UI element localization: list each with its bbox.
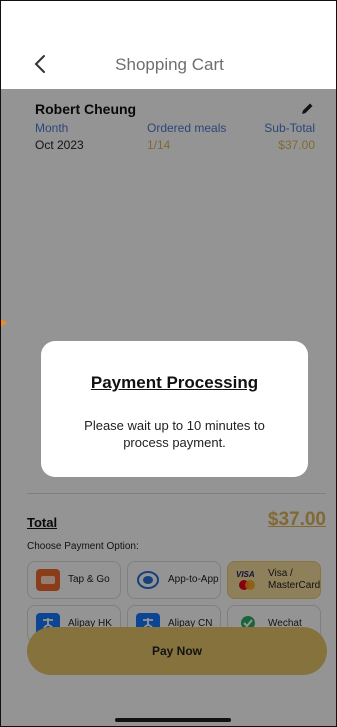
dialog-title: Payment Processing <box>90 373 259 392</box>
arrow-marker-icon <box>1 319 7 327</box>
home-indicator[interactable] <box>115 718 231 722</box>
header: Shopping Cart <box>1 1 336 89</box>
page-title: Shopping Cart <box>115 55 224 74</box>
phone-screen: Shopping Cart Robert Cheung Month Oct 20… <box>0 0 337 727</box>
dialog-message: Please wait up to 10 minutes to process … <box>84 418 265 450</box>
payment-processing-dialog: Payment Processing Please wait up to 10 … <box>41 341 308 477</box>
